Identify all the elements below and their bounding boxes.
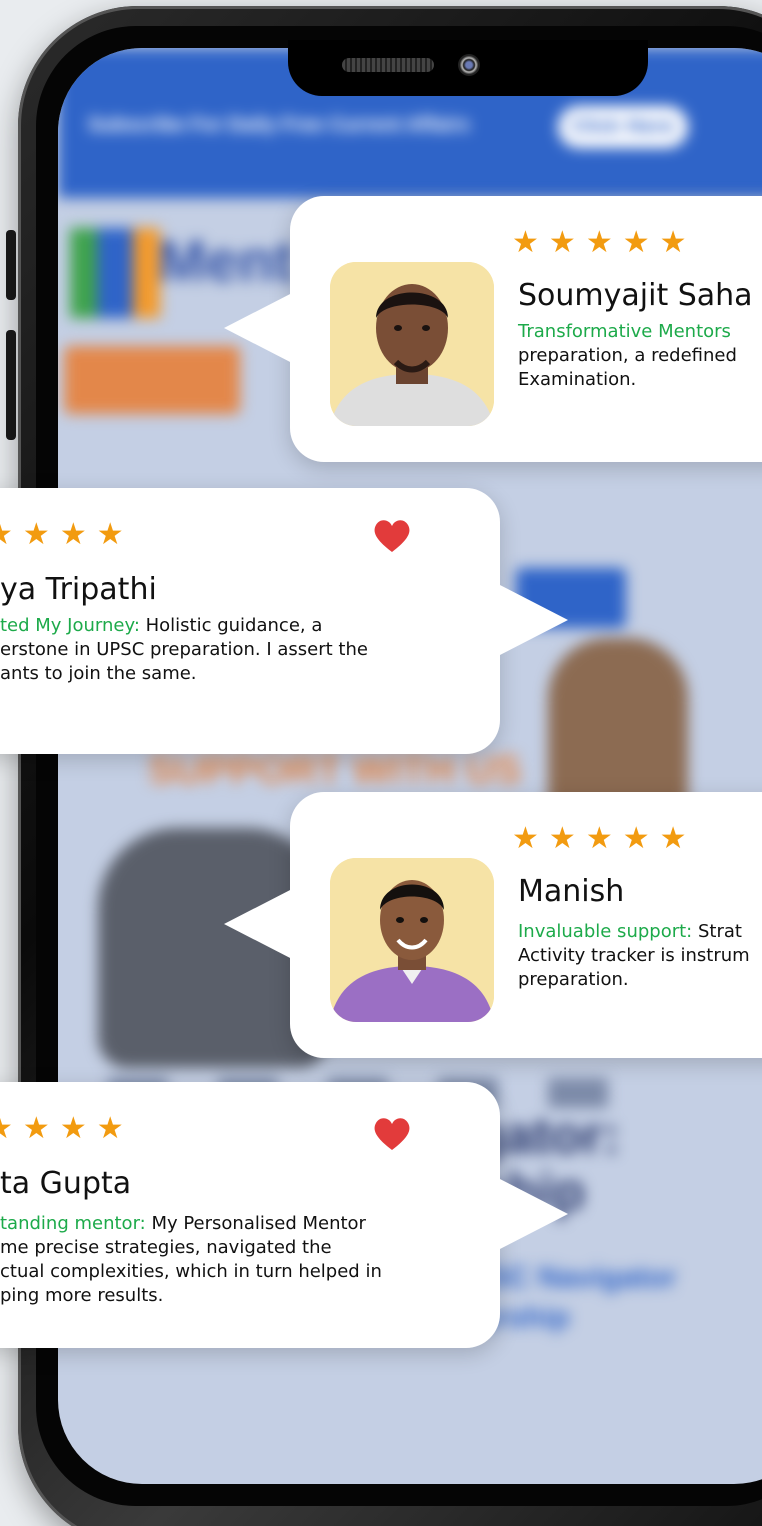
front-camera — [458, 54, 480, 76]
star-icon: ★ — [96, 517, 124, 552]
review-line: ants to join the same. — [0, 663, 197, 684]
avatar — [330, 858, 494, 1022]
review-highlight: Transformative Mentors — [518, 321, 731, 342]
reviewer-name: ya Tripathi — [0, 572, 157, 607]
review-line: My Personalised Mentor — [145, 1213, 366, 1234]
speech-tail — [224, 292, 294, 364]
register-button[interactable] — [64, 346, 240, 414]
testimonial-card: ★ ★ ★ ★ ★ Soumyajit Saha Transformative … — [224, 196, 762, 462]
heart-icon[interactable] — [372, 1116, 412, 1152]
click-here-button[interactable]: Click Here — [558, 106, 688, 148]
phone-volume-button — [6, 330, 16, 440]
star-icon: ★ — [59, 1111, 87, 1146]
review-line: ctual complexities, which in turn helped… — [0, 1261, 382, 1282]
app-showcase: Subscribe For Daily Free Current Affairs… — [0, 0, 762, 1526]
speech-tail — [498, 1178, 568, 1250]
review-text: ted My Journey: Holistic guidance, a ers… — [0, 614, 368, 686]
star-icon: ★ — [512, 225, 539, 260]
review-line: ping more results. — [0, 1285, 164, 1306]
review-line: Holistic guidance, a — [139, 615, 323, 636]
star-icon: ★ — [22, 517, 50, 552]
review-text: tanding mentor: My Personalised Mentor m… — [0, 1212, 382, 1308]
rating-stars: ★ ★ ★ ★ — [0, 520, 124, 550]
rating-stars: ★ ★ ★ ★ ★ — [512, 824, 687, 854]
review-highlight: tanding mentor: — [0, 1213, 146, 1234]
phone-volume-button — [6, 230, 16, 300]
review-highlight: Invaluable support: — [518, 921, 693, 942]
star-icon: ★ — [585, 821, 613, 856]
star-icon: ★ — [0, 520, 13, 550]
avatar — [330, 262, 494, 426]
testimonial-card: ★ ★ ★ ★ ta Gupta tanding mentor: My Pers… — [0, 1082, 568, 1348]
speaker-grille — [342, 58, 434, 72]
reviewer-name: Manish — [518, 874, 625, 909]
star-icon: ★ — [548, 821, 576, 856]
review-line: preparation. — [518, 969, 629, 990]
speech-tail — [498, 584, 568, 656]
review-line: Examination. — [518, 369, 637, 390]
support-heading: SUPPORT WITH US — [148, 748, 522, 792]
reviewer-name: Soumyajit Saha — [518, 278, 753, 313]
review-text: Transformative Mentors preparation, a re… — [518, 320, 737, 392]
rating-stars: ★ ★ ★ ★ — [0, 1114, 124, 1144]
star-icon: ★ — [622, 821, 650, 856]
star-icon: ★ — [512, 821, 539, 856]
star-icon: ★ — [622, 225, 650, 260]
star-icon: ★ — [659, 225, 687, 260]
star-icon: ★ — [0, 1114, 13, 1144]
review-line: Strat — [692, 921, 742, 942]
review-line: preparation, a redefined — [518, 345, 737, 366]
review-text: Invaluable support: Strat Activity track… — [518, 920, 750, 992]
review-line: Activity tracker is instrum — [518, 945, 750, 966]
star-icon: ★ — [96, 1111, 124, 1146]
review-line: erstone in UPSC preparation. I assert th… — [0, 639, 368, 660]
heart-icon[interactable] — [372, 518, 412, 554]
site-logo-icon — [70, 228, 160, 318]
star-icon: ★ — [22, 1111, 50, 1146]
speech-tail — [224, 888, 294, 960]
star-icon: ★ — [59, 517, 87, 552]
reviewer-name: ta Gupta — [0, 1166, 132, 1201]
subscribe-banner-text: Subscribe For Daily Free Current Affairs — [88, 114, 470, 136]
testimonial-card: ★ ★ ★ ★ ★ Manish Invaluable support: Str… — [224, 792, 762, 1058]
star-icon: ★ — [548, 225, 576, 260]
star-icon: ★ — [659, 821, 687, 856]
rating-stars: ★ ★ ★ ★ ★ — [512, 228, 687, 258]
review-highlight: ted My Journey: — [0, 615, 140, 636]
site-logo-text: Ment — [158, 229, 294, 294]
star-icon: ★ — [585, 225, 613, 260]
testimonial-card: ★ ★ ★ ★ ya Tripathi ted My Journey: Holi… — [0, 488, 568, 754]
review-line: me precise strategies, navigated the — [0, 1237, 332, 1258]
